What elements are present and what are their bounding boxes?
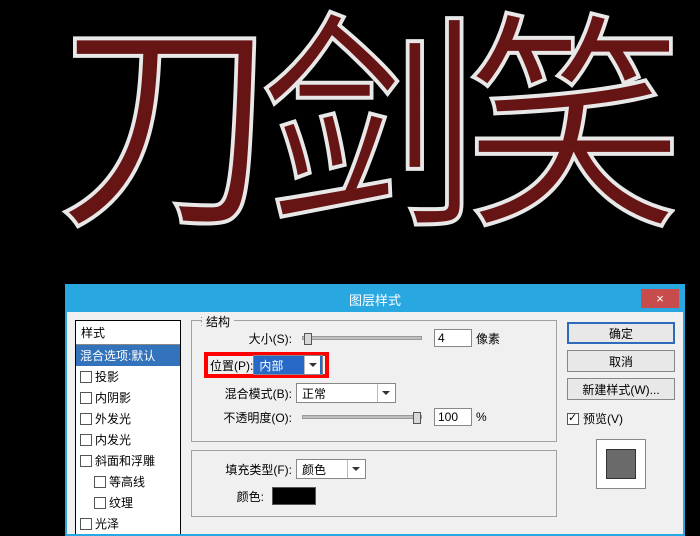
style-row[interactable]: 混合选项:默认 <box>76 345 180 366</box>
styles-list: 混合选项:默认投影内阴影外发光内发光斜面和浮雕等高线纹理光泽 <box>76 344 180 534</box>
style-row[interactable]: 投影 <box>76 366 180 387</box>
styles-panel: 样式 混合选项:默认投影内阴影外发光内发光斜面和浮雕等高线纹理光泽 <box>75 320 181 535</box>
blend-value: 正常 <box>302 385 326 402</box>
style-label: 外发光 <box>95 410 131 427</box>
style-row[interactable]: 光泽 <box>76 513 180 534</box>
style-checkbox[interactable] <box>80 455 92 467</box>
style-checkbox[interactable] <box>94 497 106 509</box>
right-panel: 确定 取消 新建样式(W)... 预览(V) <box>567 320 675 535</box>
color-label: 颜色: <box>204 488 264 505</box>
cancel-button[interactable]: 取消 <box>567 350 675 372</box>
style-label: 投影 <box>95 368 119 385</box>
size-unit: 像素 <box>476 330 500 347</box>
style-label: 纹理 <box>109 494 133 511</box>
style-row[interactable]: 等高线 <box>76 471 180 492</box>
fill-type-value: 颜色 <box>302 461 326 478</box>
close-button[interactable]: × <box>641 289 679 308</box>
position-value: 内部 <box>259 357 283 374</box>
chevron-down-icon <box>347 460 363 478</box>
style-checkbox[interactable] <box>80 392 92 404</box>
style-label: 内发光 <box>95 431 131 448</box>
chevron-down-icon <box>377 384 393 402</box>
new-style-button[interactable]: 新建样式(W)... <box>567 378 675 400</box>
style-checkbox[interactable] <box>80 371 92 383</box>
preview-swatch <box>606 449 636 479</box>
style-row[interactable]: 斜面和浮雕 <box>76 450 180 471</box>
position-highlight: 位置(P): 内部 <box>204 352 329 378</box>
color-swatch[interactable] <box>272 487 316 505</box>
opacity-slider[interactable] <box>302 415 422 419</box>
fill-fieldset: 填充类型(F): 颜色 颜色: <box>191 450 557 517</box>
size-label: 大小(S): <box>204 330 292 347</box>
style-label: 光泽 <box>95 515 119 532</box>
style-row[interactable]: 纹理 <box>76 492 180 513</box>
structure-legend: 结构 <box>202 313 234 330</box>
size-slider[interactable] <box>302 336 422 340</box>
style-label: 混合选项:默认 <box>80 347 155 364</box>
structure-fieldset: 结构 大小(S): 像素 位置(P): 内部 <box>191 320 557 442</box>
fill-type-label: 填充类型(F): <box>204 461 292 478</box>
style-row[interactable]: 外发光 <box>76 408 180 429</box>
style-label: 等高线 <box>109 473 145 490</box>
opacity-unit: % <box>476 410 487 424</box>
size-input[interactable] <box>434 329 472 347</box>
style-checkbox[interactable] <box>80 413 92 425</box>
blend-label: 混合模式(B): <box>204 385 292 402</box>
style-row[interactable]: 内阴影 <box>76 387 180 408</box>
preview-checkbox-row[interactable]: 预览(V) <box>567 410 675 427</box>
ok-button[interactable]: 确定 <box>567 322 675 344</box>
blend-select[interactable]: 正常 <box>296 383 396 403</box>
styles-header: 样式 <box>76 321 180 344</box>
stroke-panel: 描边 结构 大小(S): 像素 位置(P): 内部 <box>187 320 561 535</box>
style-label: 斜面和浮雕 <box>95 452 155 469</box>
preview-label: 预览(V) <box>583 410 623 427</box>
preview-box <box>596 439 646 489</box>
layer-style-dialog: 图层样式 × 样式 混合选项:默认投影内阴影外发光内发光斜面和浮雕等高线纹理光泽… <box>65 284 685 536</box>
dialog-titlebar[interactable]: 图层样式 × <box>67 286 683 312</box>
canvas-text: 刀剑笑 <box>56 15 669 245</box>
close-icon: × <box>656 291 664 306</box>
style-checkbox[interactable] <box>80 518 92 530</box>
style-checkbox[interactable] <box>80 434 92 446</box>
style-row[interactable]: 内发光 <box>76 429 180 450</box>
chevron-down-icon <box>304 356 320 374</box>
opacity-input[interactable] <box>434 408 472 426</box>
style-checkbox[interactable] <box>94 476 106 488</box>
opacity-label: 不透明度(O): <box>204 409 292 426</box>
dialog-title: 图层样式 <box>349 290 401 309</box>
position-select[interactable]: 内部 <box>253 355 323 375</box>
preview-checkbox[interactable] <box>567 413 579 425</box>
position-label: 位置(P): <box>210 357 253 374</box>
fill-type-select[interactable]: 颜色 <box>296 459 366 479</box>
style-label: 内阴影 <box>95 389 131 406</box>
